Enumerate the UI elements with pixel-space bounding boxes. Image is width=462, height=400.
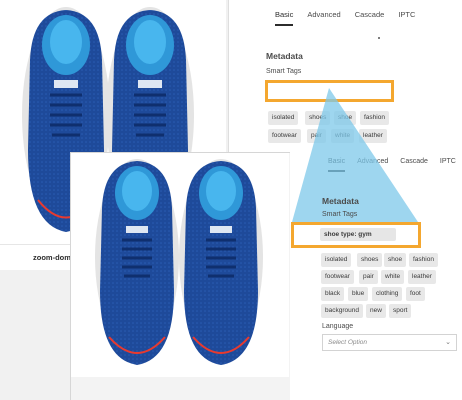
front-metadata-title: Metadata <box>322 196 359 206</box>
back-metadata-title: Metadata <box>266 51 303 61</box>
chevron-down-icon: ⌄ <box>445 339 451 346</box>
front-tag-shoe[interactable]: shoe <box>384 253 407 267</box>
front-tag-clothing[interactable]: clothing <box>372 287 403 301</box>
back-tag-fashion[interactable]: fashion <box>360 111 389 125</box>
language-select-placeholder: Select Option <box>328 339 368 346</box>
front-tag-shoes[interactable]: shoes <box>357 253 383 267</box>
back-tag-footwear[interactable]: footwear <box>268 129 301 143</box>
back-tag-isolated[interactable]: isolated <box>268 111 299 125</box>
back-tag-shoe[interactable]: shoe <box>334 111 357 125</box>
front-tag-isolated[interactable]: isolated <box>321 253 352 267</box>
language-select[interactable]: Select Option ⌄ <box>322 334 457 351</box>
back-tab-advanced[interactable]: Advanced <box>307 10 340 26</box>
front-shoes-image <box>95 159 263 365</box>
front-language-label: Language <box>322 323 354 330</box>
back-smart-tags-label: Smart Tags <box>266 68 302 75</box>
front-tag-foot[interactable]: foot <box>406 287 425 301</box>
back-tag-leather[interactable]: leather <box>359 129 387 143</box>
front-tag-white[interactable]: white <box>381 270 405 284</box>
back-tab-basic[interactable]: Basic <box>275 10 294 26</box>
front-tag-footwear[interactable]: footwear <box>321 270 354 284</box>
front-smart-tag-chip[interactable]: shoe type: gym <box>320 228 396 241</box>
front-asset-panel <box>70 152 290 400</box>
front-tag-new[interactable]: new <box>366 304 386 318</box>
back-tag-pair[interactable]: pair <box>307 129 326 143</box>
front-tag-fashion[interactable]: fashion <box>409 253 438 267</box>
front-tab-iptc[interactable]: IPTC <box>440 158 456 172</box>
front-tab-advanced[interactable]: Advanced <box>357 158 388 172</box>
front-tag-black[interactable]: black <box>321 287 345 301</box>
front-tag-leather[interactable]: leather <box>408 270 436 284</box>
back-tab-cascade[interactable]: Cascade <box>355 10 385 26</box>
back-tab-bar: Basic Advanced Cascade IPTC <box>275 10 429 26</box>
front-tab-bar: Basic Advanced Cascade IPTC <box>328 158 462 172</box>
front-tag-blue[interactable]: blue <box>348 287 369 301</box>
front-tag-pair[interactable]: pair <box>359 270 378 284</box>
front-tag-sport[interactable]: sport <box>389 304 412 318</box>
front-tag-background[interactable]: background <box>321 304 363 318</box>
back-tag-white[interactable]: white <box>331 129 355 143</box>
front-tab-basic[interactable]: Basic <box>328 158 346 172</box>
front-smart-tags-label: Smart Tags <box>322 211 358 218</box>
back-smart-tag-input[interactable] <box>265 80 394 102</box>
back-tag-shoes[interactable]: shoes <box>305 111 331 125</box>
back-dot-marker <box>378 37 380 39</box>
front-asset-preview[interactable] <box>71 153 289 377</box>
front-tab-cascade[interactable]: Cascade <box>400 158 428 172</box>
back-tab-iptc[interactable]: IPTC <box>398 10 415 26</box>
